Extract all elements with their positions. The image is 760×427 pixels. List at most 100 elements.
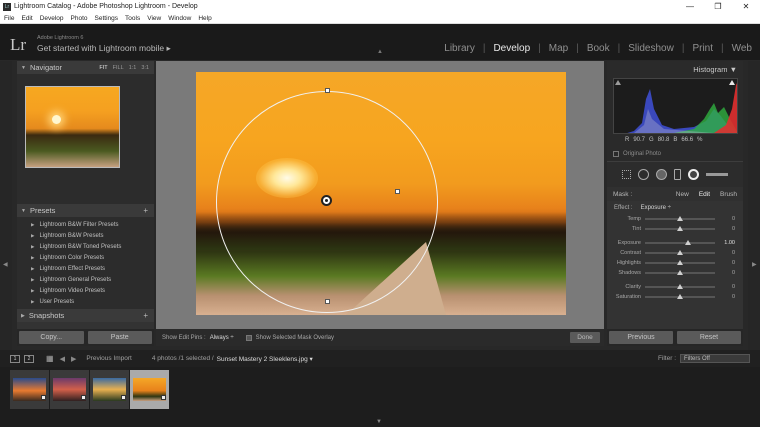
slider-knob[interactable] bbox=[677, 284, 683, 289]
slider-knob[interactable] bbox=[677, 294, 683, 299]
effect-select[interactable]: Exposure ÷ bbox=[641, 205, 671, 211]
spot-removal-icon[interactable] bbox=[638, 169, 649, 180]
slider-track[interactable] bbox=[645, 270, 715, 275]
slider-track[interactable] bbox=[645, 240, 715, 245]
add-preset-button[interactable]: + bbox=[143, 206, 148, 215]
zoom-1-1[interactable]: 1:1 bbox=[129, 65, 137, 71]
slider-value[interactable]: 0 bbox=[715, 284, 735, 290]
collapse-filmstrip-icon[interactable]: ▼ bbox=[376, 419, 382, 425]
slider-knob[interactable] bbox=[677, 226, 683, 231]
shadow-clipping-icon[interactable] bbox=[615, 80, 621, 85]
navigator-thumbnail[interactable] bbox=[25, 86, 120, 168]
slider-knob[interactable] bbox=[685, 240, 692, 245]
secondary-window-button[interactable]: 2 bbox=[24, 354, 34, 363]
slider-knob[interactable] bbox=[677, 250, 683, 255]
histogram-graph[interactable] bbox=[613, 78, 738, 134]
snapshots-header[interactable]: ▶ Snapshots + bbox=[17, 309, 154, 322]
module-map[interactable]: Map bbox=[549, 43, 568, 54]
navigator-header[interactable]: ▼ Navigator FIT FILL 1:1 3:1 bbox=[17, 61, 154, 74]
preset-folder[interactable]: ▶ Lightroom B&W Presets bbox=[17, 230, 154, 241]
red-eye-icon[interactable] bbox=[656, 169, 667, 180]
slider-row[interactable]: Temp 0 bbox=[607, 214, 743, 224]
slider-knob[interactable] bbox=[677, 260, 683, 265]
slider-track[interactable] bbox=[645, 250, 715, 255]
filmstrip-thumbnail[interactable] bbox=[90, 370, 129, 409]
mask-overlay-checkbox[interactable] bbox=[245, 334, 252, 341]
get-started-mobile-link[interactable]: Get started with Lightroom mobile ▸ bbox=[37, 43, 171, 54]
preset-folder[interactable]: ▶ Lightroom Color Presets bbox=[17, 252, 154, 263]
menu-help[interactable]: Help bbox=[194, 15, 214, 22]
mask-brush[interactable]: Brush bbox=[720, 191, 737, 198]
menu-tools[interactable]: Tools bbox=[121, 15, 143, 22]
radial-filter-icon[interactable] bbox=[688, 169, 699, 180]
slider-row[interactable]: Highlights 0 bbox=[607, 258, 743, 268]
zoom-3-1[interactable]: 3:1 bbox=[141, 65, 149, 71]
selected-filename[interactable]: Sunset Mastery 2 Sleeklens.jpg ▾ bbox=[217, 355, 313, 363]
mask-edit[interactable]: Edit bbox=[699, 191, 710, 198]
copy-button[interactable]: Copy... bbox=[19, 331, 84, 344]
preset-folder[interactable]: ▶ Lightroom General Presets bbox=[17, 274, 154, 285]
slider-row[interactable]: Contrast 0 bbox=[607, 248, 743, 258]
preset-folder[interactable]: ▶ Lightroom Effect Presets bbox=[17, 263, 154, 274]
graduated-filter-icon[interactable] bbox=[674, 169, 681, 180]
filmstrip-thumbnail-selected[interactable] bbox=[130, 370, 169, 409]
primary-window-button[interactable]: 1 bbox=[10, 354, 20, 363]
slider-row[interactable]: Shadows 0 bbox=[607, 268, 743, 278]
slider-value[interactable]: 0 bbox=[715, 226, 735, 232]
close-button[interactable]: ✕ bbox=[732, 0, 760, 13]
forward-arrow-icon[interactable]: ▶ bbox=[71, 355, 76, 363]
slider-knob[interactable] bbox=[677, 270, 683, 275]
paste-button[interactable]: Paste bbox=[87, 331, 152, 344]
slider-value[interactable]: 0 bbox=[715, 270, 735, 276]
zoom-fit[interactable]: FIT bbox=[99, 65, 107, 71]
slider-value[interactable]: 0 bbox=[715, 260, 735, 266]
reset-button[interactable]: Reset bbox=[677, 331, 741, 344]
histogram-header[interactable]: Histogram ▼ bbox=[693, 65, 737, 74]
module-develop[interactable]: Develop bbox=[493, 43, 530, 54]
back-arrow-icon[interactable]: ◀ bbox=[60, 355, 65, 363]
minimize-button[interactable]: — bbox=[676, 0, 704, 13]
mask-handle-right[interactable] bbox=[395, 189, 400, 194]
mask-handle-bottom[interactable] bbox=[325, 299, 330, 304]
photo-preview[interactable] bbox=[196, 72, 566, 315]
crop-icon[interactable] bbox=[622, 170, 631, 179]
slider-track[interactable] bbox=[645, 284, 715, 289]
grid-view-icon[interactable]: ▦ bbox=[46, 354, 54, 363]
slider-track[interactable] bbox=[645, 294, 715, 299]
filmstrip-source[interactable]: Previous Import bbox=[86, 355, 132, 362]
filmstrip-thumbnail[interactable] bbox=[10, 370, 49, 409]
collapse-top-panel-icon[interactable]: ▲ bbox=[377, 49, 383, 55]
edit-pin-icon[interactable] bbox=[321, 195, 332, 206]
module-library[interactable]: Library bbox=[444, 43, 475, 54]
highlight-clipping-icon[interactable] bbox=[729, 80, 735, 85]
menu-develop[interactable]: Develop bbox=[36, 15, 67, 22]
slider-track[interactable] bbox=[645, 226, 715, 231]
slider-row[interactable]: Tint 0 bbox=[607, 224, 743, 234]
maximize-button[interactable]: ❐ bbox=[704, 0, 732, 13]
previous-button[interactable]: Previous bbox=[609, 331, 673, 344]
slider-knob[interactable] bbox=[677, 216, 683, 221]
slider-value[interactable]: 0 bbox=[715, 250, 735, 256]
menu-view[interactable]: View bbox=[143, 15, 164, 22]
slider-row[interactable]: Saturation 0 bbox=[607, 292, 743, 302]
module-print[interactable]: Print bbox=[692, 43, 713, 54]
presets-header[interactable]: ▼ Presets + bbox=[17, 204, 154, 217]
slider-value[interactable]: 0 bbox=[715, 294, 735, 300]
filmstrip-thumbnail[interactable] bbox=[50, 370, 89, 409]
preset-folder[interactable]: ▶ User Presets bbox=[17, 296, 154, 307]
menu-photo[interactable]: Photo bbox=[67, 15, 91, 22]
slider-value[interactable]: 1.00 bbox=[715, 240, 735, 246]
slider-row[interactable]: Exposure 1.00 bbox=[607, 238, 743, 248]
slider-value[interactable]: 0 bbox=[715, 216, 735, 222]
module-web[interactable]: Web bbox=[732, 43, 752, 54]
menu-settings[interactable]: Settings bbox=[91, 15, 122, 22]
menu-window[interactable]: Window bbox=[164, 15, 194, 22]
preset-folder[interactable]: ▶ Lightroom Video Presets bbox=[17, 285, 154, 296]
zoom-fill[interactable]: FILL bbox=[113, 65, 124, 71]
original-photo-checkbox[interactable] bbox=[613, 151, 619, 157]
adjustment-brush-icon[interactable] bbox=[706, 173, 728, 176]
add-snapshot-button[interactable]: + bbox=[143, 311, 148, 320]
show-edit-pins-select[interactable]: Always ÷ bbox=[210, 335, 234, 341]
mask-new[interactable]: New bbox=[676, 191, 689, 198]
module-book[interactable]: Book bbox=[587, 43, 610, 54]
